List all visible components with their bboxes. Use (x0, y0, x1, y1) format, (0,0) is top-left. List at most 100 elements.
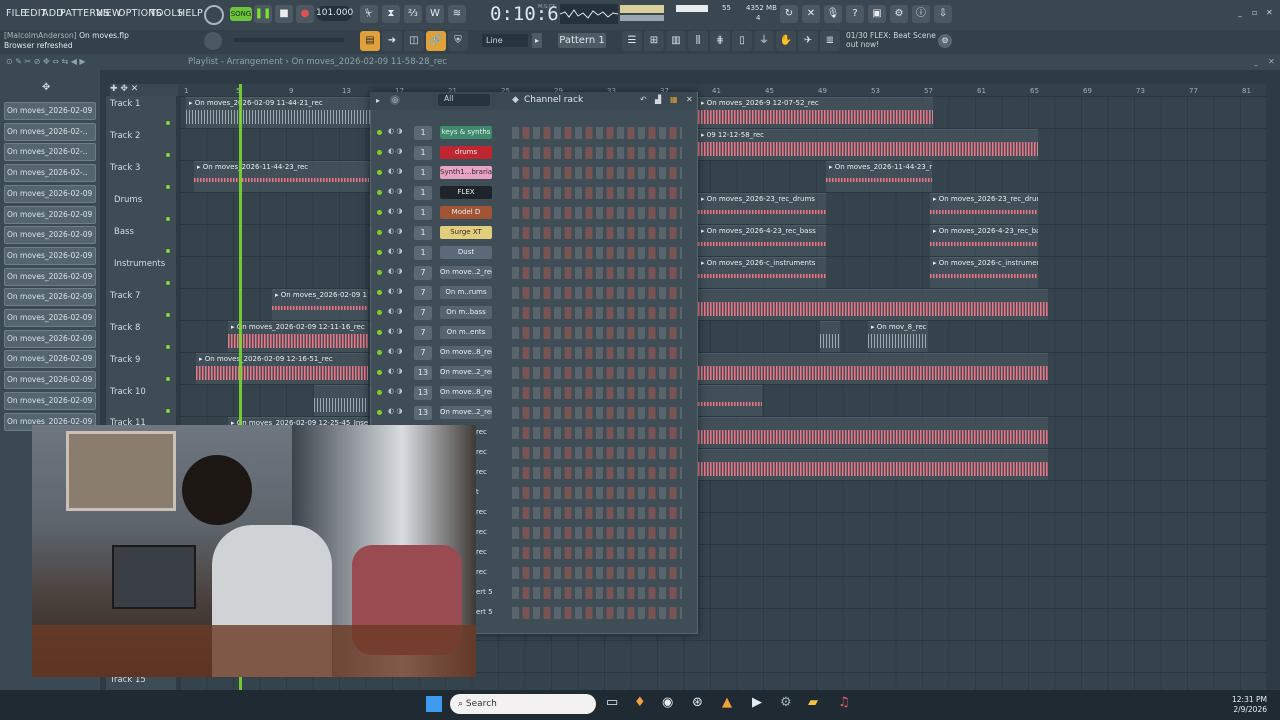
rack-steps-icon[interactable]: ▦ (670, 95, 678, 104)
track-label[interactable]: Track 9 (110, 355, 140, 365)
step-sequencer-row[interactable] (512, 167, 682, 179)
channel-mute-led[interactable] (377, 130, 382, 135)
track-mute-led[interactable] (166, 217, 170, 221)
step-sequencer-row[interactable] (512, 387, 682, 399)
rack-filter-select[interactable]: All (438, 94, 490, 106)
task-view-icon[interactable]: ▭ (606, 695, 618, 710)
audio-clip[interactable] (698, 417, 1048, 448)
clip-source-item[interactable]: On moves_2026-02-09 1.. (4, 184, 96, 203)
clip-source-item[interactable]: On moves_2026-02-09 1.. (4, 267, 96, 286)
snap-select[interactable]: Line (482, 34, 528, 47)
channel-pan-volume-icon[interactable]: ◐ ◑ (388, 367, 402, 375)
step-sequencer-row[interactable] (512, 307, 682, 319)
channel-button[interactable]: Synth1...brarian (440, 166, 492, 179)
file-explorer-icon[interactable]: ▰ (808, 695, 818, 710)
metronome-icon[interactable]: ⏧ (360, 5, 378, 23)
clip-source-item[interactable]: On moves_2026-02-.. (4, 143, 96, 162)
channel-button[interactable]: Dust (440, 246, 492, 259)
plugin-picker-icon[interactable]: ⋕ (710, 31, 730, 51)
clip-source-item[interactable]: On moves_2026-02-09 1.. (4, 350, 96, 369)
step-sequencer-row[interactable] (512, 247, 682, 259)
pause-icon[interactable]: ❚❚ (254, 5, 272, 23)
channel-mixer-track[interactable]: 1 (414, 246, 432, 260)
channel-mute-led[interactable] (377, 290, 382, 295)
track-mute-led[interactable] (166, 281, 170, 285)
channel-mute-led[interactable] (377, 150, 382, 155)
audio-clip[interactable]: ▸ On moves_2026-11-44-23_rec (194, 161, 369, 192)
channel-mixer-track[interactable]: 7 (414, 326, 432, 340)
track-mute-led[interactable] (166, 185, 170, 189)
news-hint[interactable]: 01/30 FLEX: Beat Scene out now! (846, 31, 936, 49)
step-sequencer-row[interactable] (512, 467, 682, 479)
audio-clip[interactable]: ▸ On moves_2026-02-09 11-44-21_rec (186, 97, 370, 128)
channel-button[interactable]: rec (476, 428, 487, 436)
track-label[interactable]: Drums (114, 195, 142, 205)
channel-mixer-track[interactable]: 1 (414, 146, 432, 160)
music-icon[interactable]: ♫ (838, 695, 850, 710)
channel-mixer-track[interactable]: 1 (414, 186, 432, 200)
channel-mixer-track[interactable]: 13 (414, 406, 432, 420)
rack-menu-icon[interactable]: ◆ (512, 95, 519, 105)
channel-mute-led[interactable] (377, 310, 382, 315)
channel-pan-volume-icon[interactable]: ◐ ◑ (388, 387, 402, 395)
audio-clip[interactable] (698, 289, 1048, 320)
track-mute-led[interactable] (166, 345, 170, 349)
tempo-display[interactable]: 101.000 (316, 6, 353, 21)
step-sequencer-row[interactable] (512, 567, 682, 579)
clip-source-item[interactable]: On moves_2026-02-09 1.. (4, 288, 96, 307)
channel-button[interactable]: On move..2_rec (440, 366, 492, 379)
playlist-icon[interactable]: ☰ (622, 31, 642, 51)
track-mute-led[interactable] (166, 121, 170, 125)
step-sequencer-row[interactable] (512, 427, 682, 439)
audio-clip[interactable]: ▸ 09 12-12-58_rec (698, 129, 1038, 160)
channel-button[interactable]: On m..bass (440, 306, 492, 319)
song-mode-button[interactable]: SONG (230, 7, 252, 21)
channel-button[interactable]: On move..8_rec (440, 386, 492, 399)
maximize-icon[interactable]: ▫ (1252, 8, 1257, 17)
channel-mute-led[interactable] (377, 410, 382, 415)
channel-mixer-track[interactable]: 1 (414, 166, 432, 180)
channel-pan-volume-icon[interactable]: ◐ ◑ (388, 227, 402, 235)
channel-mixer-track[interactable]: 7 (414, 266, 432, 280)
clip-source-item[interactable]: On moves_2026-02-09 1.. (4, 309, 96, 327)
slice-icon[interactable]: ◫ (404, 31, 424, 51)
browser-icon[interactable]: ▯ (732, 31, 752, 51)
step-sequencer-row[interactable] (512, 507, 682, 519)
mixer-icon[interactable]: ⚙ (890, 5, 908, 23)
track-mute-led[interactable] (166, 377, 170, 381)
chrome-icon[interactable]: ◉ (662, 695, 673, 710)
mixer-faders-icon[interactable]: ⫼ (688, 31, 708, 51)
step-sequencer-row[interactable] (512, 227, 682, 239)
step-sequencer-row[interactable] (512, 607, 682, 619)
playlist-tools-icon[interactable]: ⊙ ✎ ✂ ⊘ ✥ ⇔ ⇆ ◀ ▶ (6, 57, 86, 66)
channel-mute-led[interactable] (377, 270, 382, 275)
audio-clip[interactable] (698, 385, 762, 416)
main-volume-knob-icon[interactable] (204, 32, 222, 50)
track-label[interactable]: Track 8 (110, 323, 140, 333)
channel-pan-volume-icon[interactable]: ◐ ◑ (388, 267, 402, 275)
step-sequencer-row[interactable] (512, 407, 682, 419)
channel-mute-led[interactable] (377, 370, 382, 375)
pattern-arrow-icon[interactable]: ▸ (532, 33, 542, 48)
channel-mute-led[interactable] (377, 230, 382, 235)
countdown-icon[interactable]: ⅔ (404, 5, 422, 23)
step-sequencer-row[interactable] (512, 267, 682, 279)
channel-button[interactable]: drums (440, 146, 492, 159)
pattern-selector[interactable]: Pattern 1 (558, 33, 606, 48)
channel-button[interactable]: rec (476, 568, 487, 576)
channel-mixer-track[interactable]: 7 (414, 286, 432, 300)
channel-button[interactable]: Model D (440, 206, 492, 219)
stamp-icon[interactable]: ⛨ (448, 31, 468, 51)
piano-roll-icon[interactable]: ⊞ (644, 31, 664, 51)
audio-clip[interactable]: ▸ On moves_2026-02-09 12-11-16_rec (228, 321, 368, 352)
save-icon[interactable]: ▣ (868, 5, 886, 23)
song-time-display[interactable]: 0:10:65 (490, 3, 570, 25)
playlist-title[interactable]: Playlist - Arrangement › On moves_2026-0… (188, 57, 447, 67)
info-icon[interactable]: ⓘ (912, 5, 930, 23)
audio-clip[interactable]: ▸ On moves_2026-02-09 11 (272, 289, 368, 320)
track-label[interactable]: Track 3 (110, 163, 140, 173)
clip-source-item[interactable]: On moves_2026-02-.. (4, 122, 96, 141)
audio-clip[interactable]: ▸ On moves_2026-02-09 12-16-51_rec (196, 353, 368, 384)
track-add-icon[interactable]: ✚ ✥ ✕ (110, 84, 178, 96)
close-tools-icon[interactable]: ✕ (802, 5, 820, 23)
